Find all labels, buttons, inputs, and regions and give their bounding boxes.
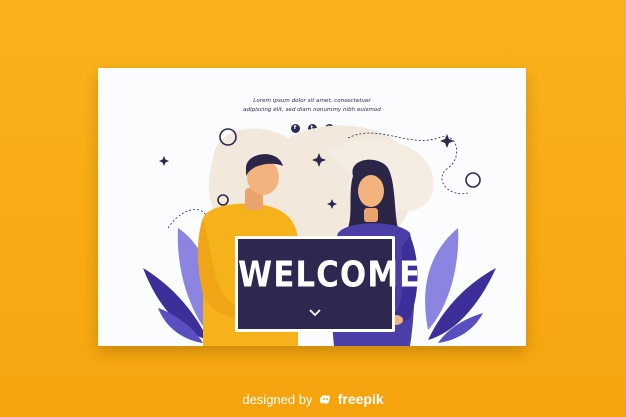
landing-card: Lorem ipsum dolor sit amet, consectetuer…	[98, 68, 526, 346]
designed-by-text: designed by	[242, 392, 313, 407]
welcome-title: WELCOME	[238, 254, 422, 296]
chevron-down-icon[interactable]	[309, 307, 321, 319]
welcome-sign: WELCOME	[235, 236, 422, 332]
circle-outline	[465, 172, 481, 188]
freepik-logo-icon	[319, 395, 331, 404]
freepik-brand[interactable]: freepik	[338, 391, 384, 407]
sparkle-icon	[440, 134, 454, 148]
attribution-footer: designed by freepik	[0, 391, 626, 407]
sparkle-icon	[159, 156, 169, 166]
